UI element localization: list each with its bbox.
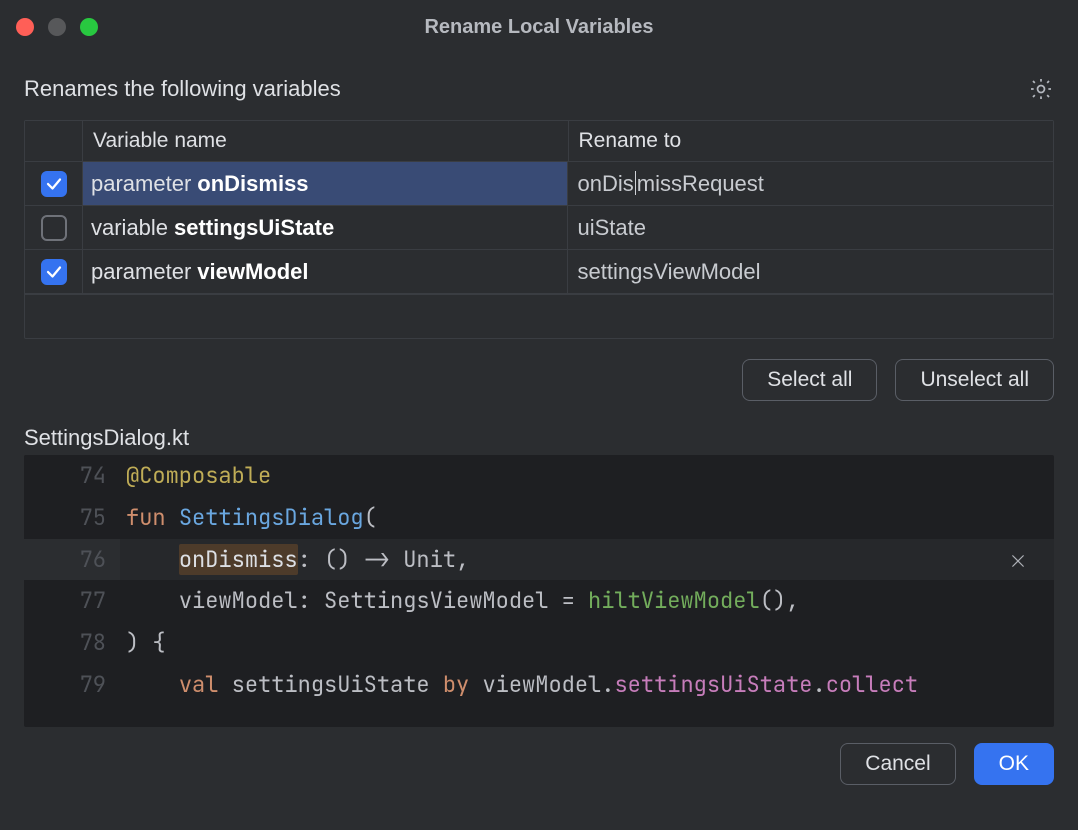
code-line: 75 fun SettingsDialog( [24, 497, 1054, 539]
tok-function: SettingsDialog [179, 503, 364, 532]
table-header: Variable name Rename to [25, 121, 1053, 162]
rename-text-post: missRequest [637, 171, 764, 196]
tok-plain: viewModel: SettingsViewModel = [179, 586, 588, 615]
tok-call: collect [826, 670, 918, 699]
zoom-window-icon[interactable] [80, 18, 98, 36]
row-checkbox[interactable] [41, 259, 67, 285]
tok-property: settingsUiState [614, 670, 812, 699]
line-number: 74 [24, 455, 120, 497]
code-line: 78 ) { [24, 622, 1054, 664]
gear-icon[interactable] [1028, 76, 1054, 102]
row-ident: viewModel [197, 259, 308, 285]
tok-plain: (), [760, 586, 800, 615]
tok-annotation: @Composable [126, 461, 271, 490]
row-kind: parameter [91, 171, 191, 197]
rename-cell[interactable]: settingsViewModel [568, 250, 1054, 294]
tok-keyword: val [179, 670, 219, 699]
tok-plain: : () -> Unit, [298, 545, 470, 574]
tok-highlight: onDismiss [179, 544, 298, 575]
col-header-rename[interactable]: Rename to [569, 121, 1054, 162]
line-number: 75 [24, 497, 120, 539]
col-header-name[interactable]: Variable name [83, 121, 569, 162]
tok-call: hiltViewModel [588, 586, 760, 615]
code-line: 79 val settingsUiState by viewModel.sett… [24, 664, 1054, 706]
ok-button[interactable]: OK [974, 743, 1054, 785]
rename-cell[interactable]: uiState [568, 206, 1054, 250]
minimize-window-icon[interactable] [48, 18, 66, 36]
tok-keyword: fun [126, 503, 166, 532]
line-number: 77 [24, 580, 120, 622]
unselect-all-button[interactable]: Unselect all [895, 359, 1054, 401]
line-number: 76 [24, 539, 120, 581]
tok-plain: viewModel [482, 670, 601, 699]
dialog-window: Rename Local Variables Renames the follo… [0, 0, 1078, 830]
titlebar: Rename Local Variables [0, 0, 1078, 54]
table-row[interactable]: parameter viewModel settingsViewModel [25, 250, 1053, 294]
line-number: 79 [24, 664, 120, 706]
code-line: 74 @Composable [24, 455, 1054, 497]
row-ident: settingsUiState [174, 215, 334, 241]
close-icon[interactable] [1004, 547, 1032, 575]
code-line: 77 viewModel: SettingsViewModel = hiltVi… [24, 580, 1054, 622]
row-checkbox[interactable] [41, 171, 67, 197]
row-checkbox[interactable] [41, 215, 67, 241]
text-caret-icon [635, 171, 636, 195]
dialog-content: Renames the following variables Variable… [0, 54, 1078, 830]
tok-plain: settingsUiState [232, 670, 430, 699]
rename-table: Variable name Rename to parameter onDism… [24, 120, 1054, 339]
row-ident: onDismiss [197, 171, 308, 197]
select-all-button[interactable]: Select all [742, 359, 877, 401]
code-preview[interactable]: 74 @Composable 75 fun SettingsDialog( 76… [24, 455, 1054, 727]
window-title: Rename Local Variables [0, 16, 1078, 39]
line-number: 78 [24, 622, 120, 664]
row-kind: parameter [91, 259, 191, 285]
table-row[interactable]: variable settingsUiState uiState [25, 206, 1053, 250]
rename-text-pre: onDis [578, 171, 634, 196]
rename-input[interactable]: onDismissRequest [578, 171, 1044, 197]
row-kind: variable [91, 215, 168, 241]
tok-plain: ) { [126, 628, 166, 657]
tok-plain: . [601, 670, 614, 699]
table-empty-row [25, 294, 1053, 338]
code-line: 76 onDismiss: () -> Unit, [24, 539, 1054, 581]
file-name-label: SettingsDialog.kt [24, 425, 1054, 451]
cancel-button[interactable]: Cancel [840, 743, 955, 785]
tok-keyword: by [443, 670, 469, 699]
dialog-heading: Renames the following variables [24, 76, 341, 102]
tok-plain: . [812, 670, 825, 699]
table-row[interactable]: parameter onDismiss onDismissRequest [25, 162, 1053, 206]
window-controls [16, 18, 98, 36]
close-window-icon[interactable] [16, 18, 34, 36]
col-header-check [25, 121, 83, 162]
